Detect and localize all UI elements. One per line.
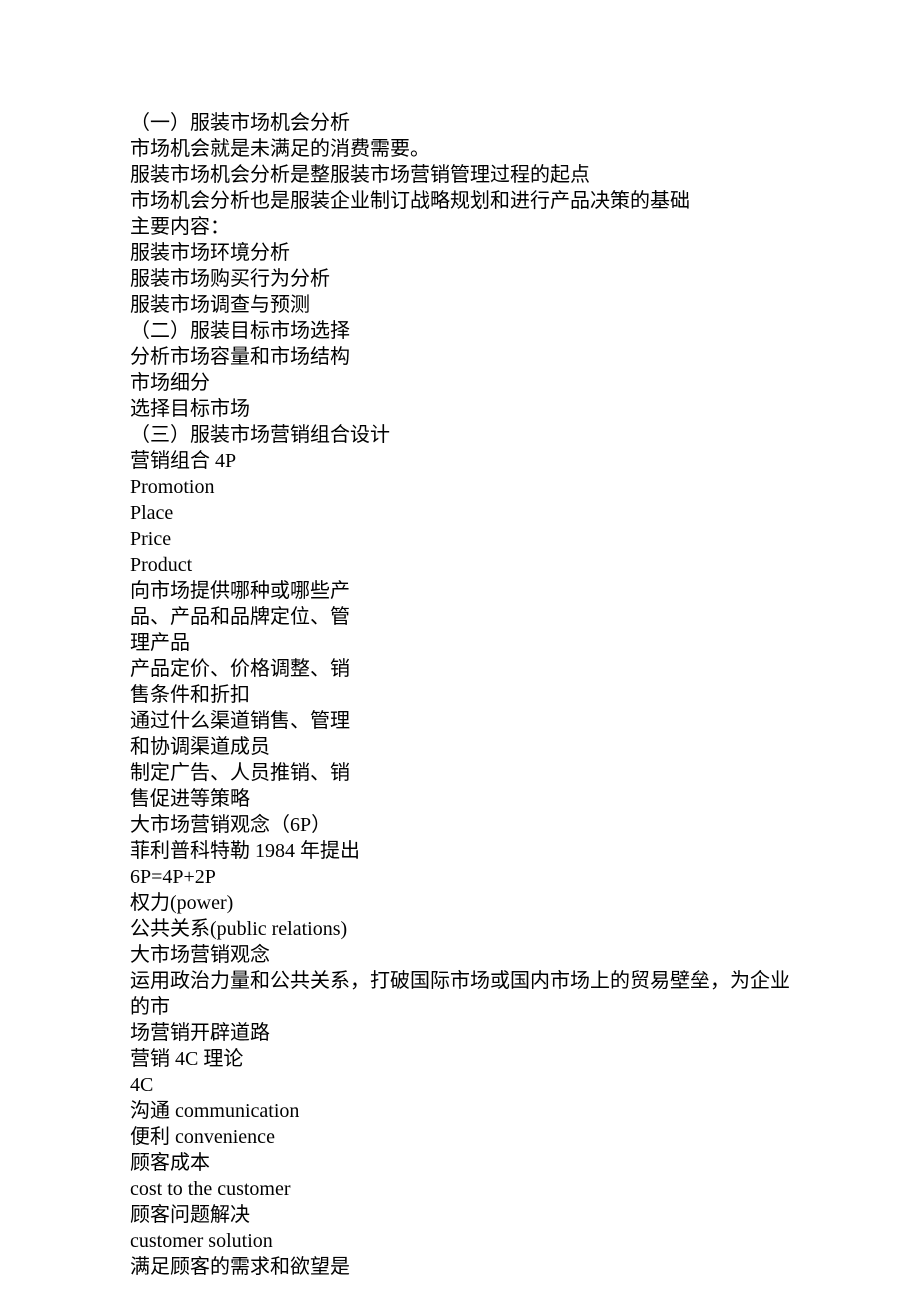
text-line: 顾客成本	[130, 1150, 790, 1176]
text-line: 主要内容：	[130, 214, 790, 240]
text-line: 服装市场环境分析	[130, 240, 790, 266]
text-line: 营销组合 4P	[130, 448, 790, 474]
text-line: 市场细分	[130, 370, 790, 396]
text-line: customer solution	[130, 1228, 790, 1254]
text-line: Place	[130, 500, 790, 526]
text-line: 6P=4P+2P	[130, 864, 790, 890]
text-line: 菲利普科特勒 1984 年提出	[130, 838, 790, 864]
text-line: 市场机会分析也是服装企业制订战略规划和进行产品决策的基础	[130, 188, 790, 214]
text-line: 营销 4C 理论	[130, 1046, 790, 1072]
text-line: 和协调渠道成员	[130, 734, 790, 760]
text-line: 产品定价、价格调整、销	[130, 656, 790, 682]
text-line: 运用政治力量和公共关系，打破国际市场或国内市场上的贸易壁垒，为企业的市	[130, 968, 790, 1020]
text-line: 理产品	[130, 630, 790, 656]
text-line: 顾客问题解决	[130, 1202, 790, 1228]
text-line: 公共关系(public relations)	[130, 916, 790, 942]
text-line: 售条件和折扣	[130, 682, 790, 708]
text-line: cost to the customer	[130, 1176, 790, 1202]
text-line: 服装市场调查与预测	[130, 292, 790, 318]
text-line: 品、产品和品牌定位、管	[130, 604, 790, 630]
text-line: 沟通 communication	[130, 1098, 790, 1124]
text-line: Promotion	[130, 474, 790, 500]
text-line: 售促进等策略	[130, 786, 790, 812]
text-line: Price	[130, 526, 790, 552]
text-line: （三）服装市场营销组合设计	[130, 422, 790, 448]
text-line: 制定广告、人员推销、销	[130, 760, 790, 786]
text-line: 4C	[130, 1072, 790, 1098]
text-line: 通过什么渠道销售、管理	[130, 708, 790, 734]
document-page: （一）服装市场机会分析 市场机会就是未满足的消费需要。 服装市场机会分析是整服装…	[0, 0, 920, 1280]
text-line: 市场机会就是未满足的消费需要。	[130, 136, 790, 162]
text-line: 权力(power)	[130, 890, 790, 916]
text-line: 向市场提供哪种或哪些产	[130, 578, 790, 604]
text-line: （一）服装市场机会分析	[130, 110, 790, 136]
text-line: 服装市场购买行为分析	[130, 266, 790, 292]
text-line: 分析市场容量和市场结构	[130, 344, 790, 370]
text-line: 便利 convenience	[130, 1124, 790, 1150]
text-line: 场营销开辟道路	[130, 1020, 790, 1046]
text-line: 选择目标市场	[130, 396, 790, 422]
text-line: 大市场营销观念（6P）	[130, 812, 790, 838]
text-line: 服装市场机会分析是整服装市场营销管理过程的起点	[130, 162, 790, 188]
text-line: Product	[130, 552, 790, 578]
text-line: 大市场营销观念	[130, 942, 790, 968]
text-line: 满足顾客的需求和欲望是	[130, 1254, 790, 1280]
text-line: （二）服装目标市场选择	[130, 318, 790, 344]
